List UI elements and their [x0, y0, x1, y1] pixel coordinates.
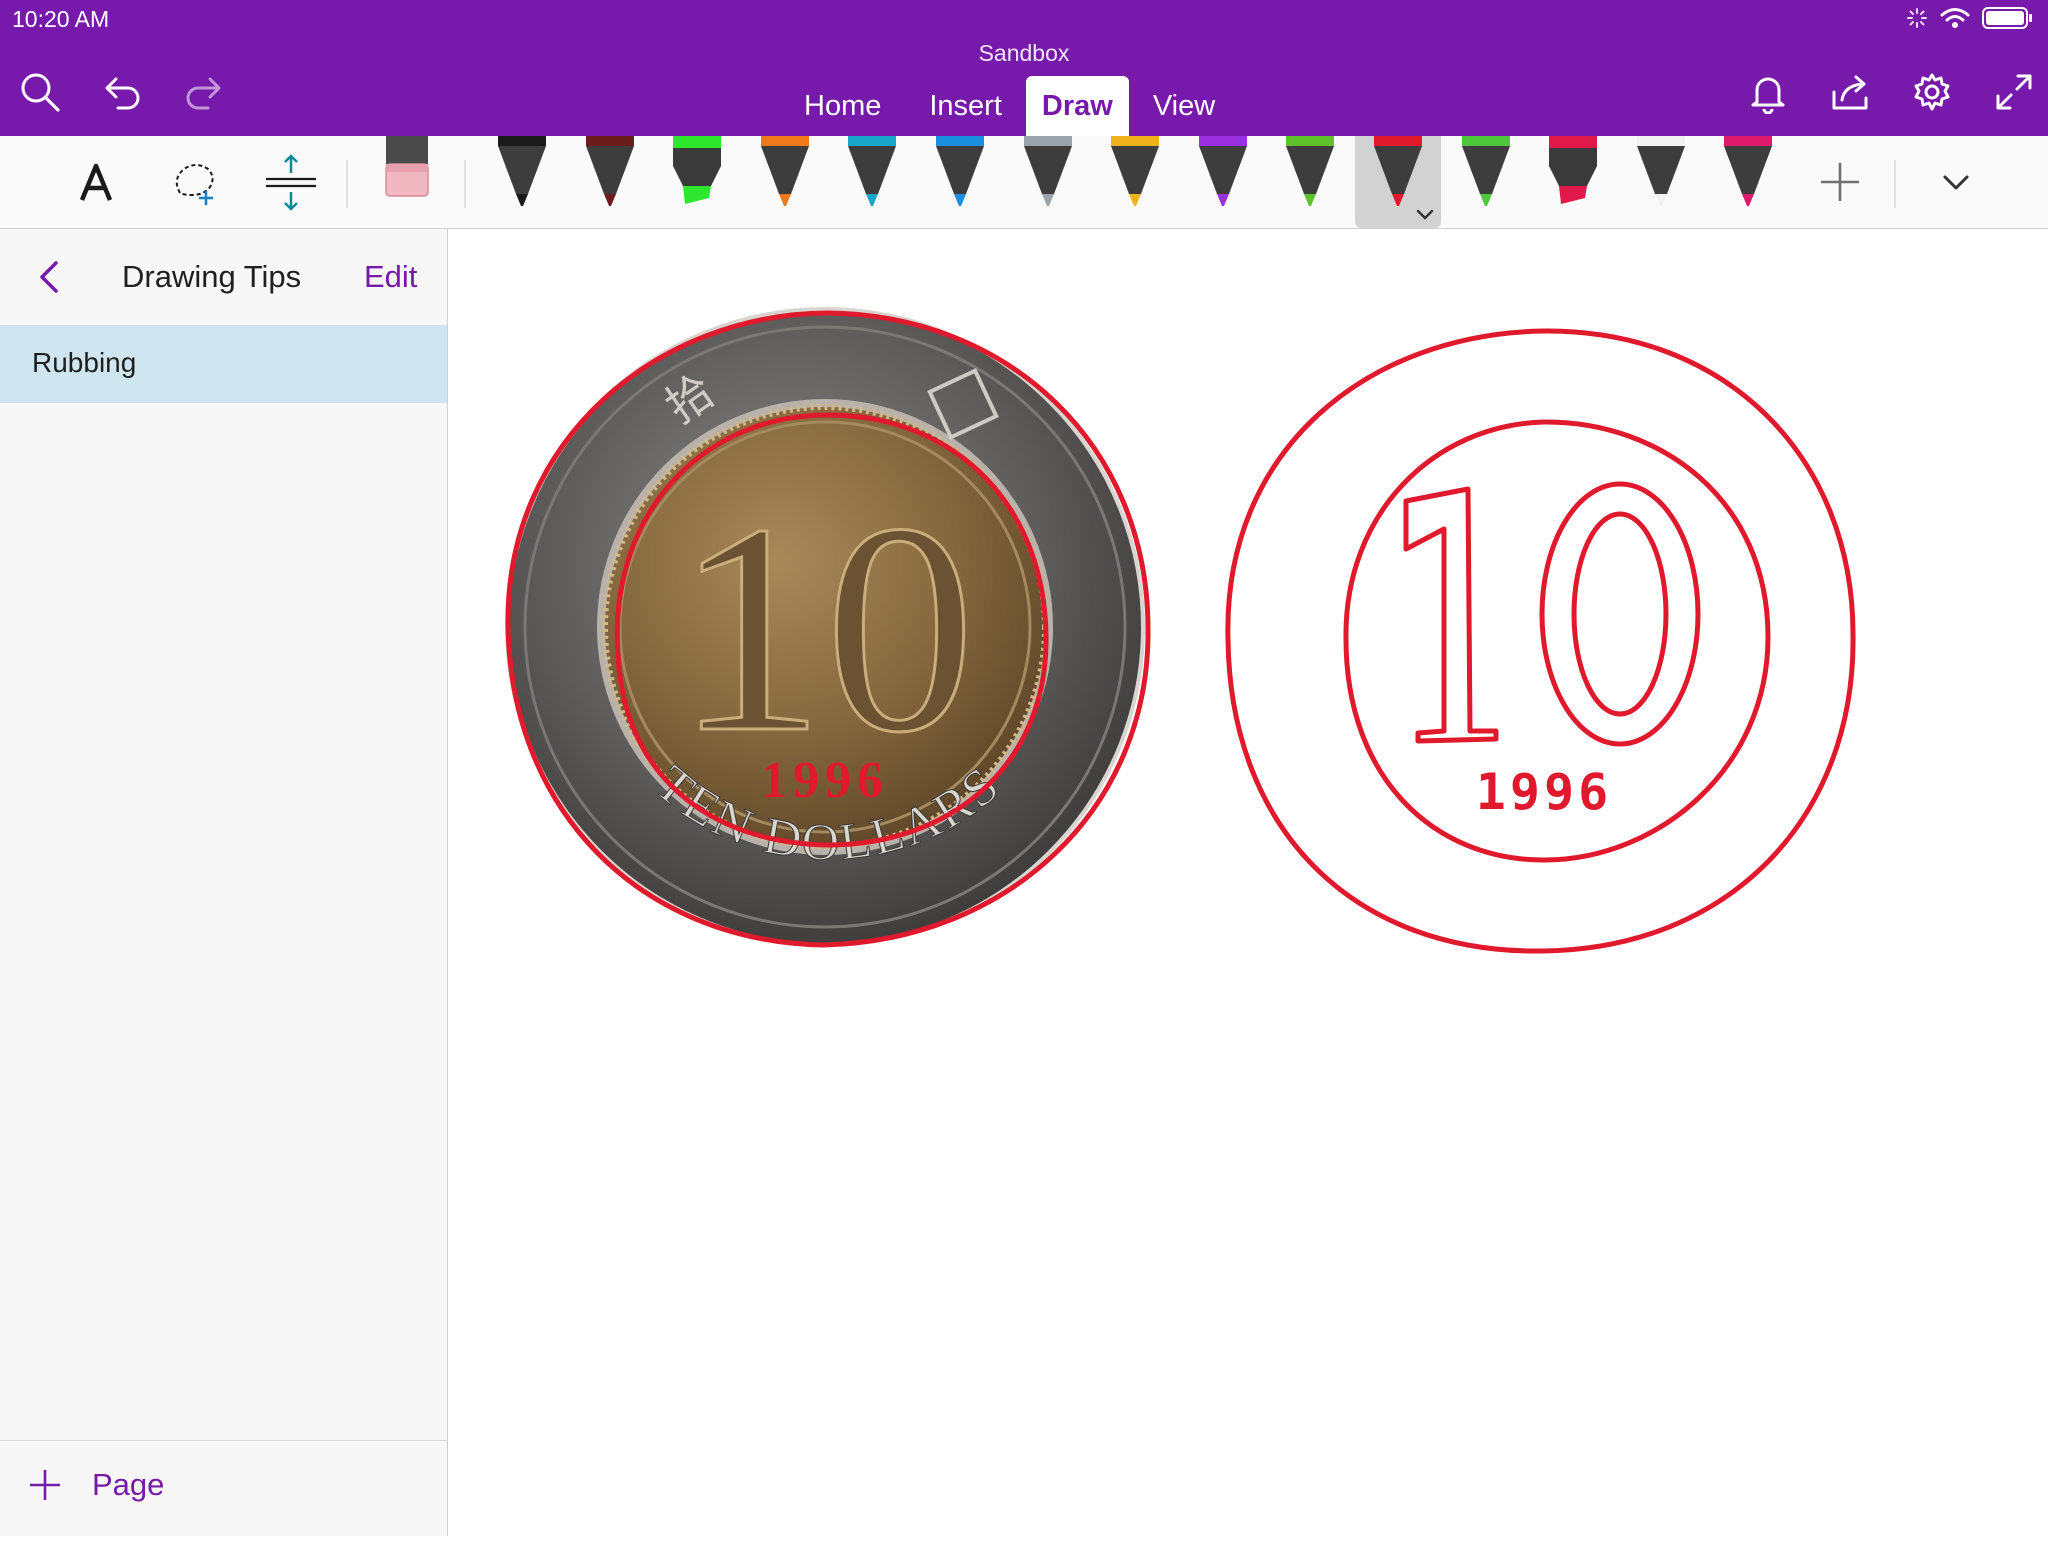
add-page-button[interactable]: Page: [28, 1467, 164, 1503]
share-button[interactable]: [1828, 70, 1872, 114]
status-icons: [1906, 6, 2034, 30]
pen-7[interactable]: [1018, 136, 1078, 228]
search-icon: [21, 73, 60, 112]
undo-icon: [105, 77, 140, 110]
pen-icon: [1724, 136, 1772, 206]
activity-spinner-icon: [1907, 8, 1927, 28]
add-pen-button[interactable]: [1816, 136, 1864, 228]
pen-1[interactable]: [492, 136, 552, 228]
expand-icon: [1996, 74, 2032, 110]
bell-icon: [1751, 77, 1785, 114]
pen-3[interactable]: [667, 136, 727, 228]
pen-icon: [1374, 136, 1422, 206]
chevron-down-icon: [1943, 175, 1969, 190]
wifi-icon: [1940, 8, 1970, 28]
ribbon-tabs: Home Insert Draw View: [780, 76, 1239, 136]
hand-drawn-coin[interactable]: [1225, 328, 1856, 954]
pen-icon: [1637, 136, 1685, 206]
pen-4[interactable]: [755, 136, 815, 228]
nav-right: [1746, 70, 2036, 114]
coin-denomination: 10: [675, 462, 975, 794]
eraser-button[interactable]: [384, 136, 430, 228]
share-icon: [1832, 75, 1868, 110]
back-button[interactable]: [32, 257, 66, 297]
edit-button[interactable]: Edit: [364, 259, 417, 295]
notifications-button[interactable]: [1746, 70, 1790, 114]
settings-button[interactable]: [1910, 70, 1954, 114]
status-time: 10:20 AM: [12, 6, 110, 32]
pen-2[interactable]: [580, 136, 640, 228]
insert-space-button[interactable]: [262, 136, 320, 228]
draw-ribbon: [0, 136, 2048, 229]
pen-icon: [1286, 136, 1334, 206]
lasso-select-icon: [175, 164, 214, 205]
pen-12[interactable]: [1456, 136, 1516, 228]
text-mode-button[interactable]: [72, 136, 120, 228]
pen-icon: [1024, 136, 1072, 206]
pen-14[interactable]: [1631, 136, 1691, 228]
sidebar-footer: Page: [0, 1440, 447, 1537]
page-item-rubbing[interactable]: Rubbing: [0, 325, 447, 403]
pen-8[interactable]: [1105, 136, 1165, 228]
tracing-year: 1996: [1476, 763, 1612, 821]
pen-10[interactable]: [1280, 136, 1340, 228]
pen-icon: [848, 136, 896, 206]
pen-icon: [1111, 136, 1159, 206]
note-canvas[interactable]: 10 1996 TEN DOLLARS 拾 1996: [448, 229, 2048, 1536]
gear-icon: [1914, 73, 1950, 111]
search-button[interactable]: [18, 70, 62, 114]
ribbon-separator: [346, 160, 348, 208]
plus-icon: [30, 1470, 60, 1500]
pen-icon: [1462, 136, 1510, 206]
text-mode-icon: [79, 163, 113, 201]
tab-insert[interactable]: Insert: [905, 76, 1026, 136]
pen-icon: [586, 136, 634, 206]
pen-11-selected[interactable]: [1355, 136, 1441, 228]
fullscreen-button[interactable]: [1992, 70, 2036, 114]
pen-15[interactable]: [1718, 136, 1778, 228]
collapse-ribbon-button[interactable]: [1934, 136, 1978, 228]
coin-photo[interactable]: 10 1996 TEN DOLLARS 拾: [505, 307, 1151, 948]
canvas-drawing: 10 1996 TEN DOLLARS 拾 1996: [505, 307, 1856, 954]
chevron-left-icon: [40, 261, 58, 293]
pen-icon: [936, 136, 984, 206]
highlighter-icon: [1549, 136, 1597, 204]
undo-button[interactable]: [100, 70, 144, 114]
tab-view[interactable]: View: [1129, 76, 1239, 136]
eraser-icon: [385, 136, 429, 197]
pen-icon: [761, 136, 809, 206]
ribbon-separator: [1894, 160, 1896, 208]
tab-draw[interactable]: Draw: [1025, 76, 1129, 136]
battery-icon: [1982, 7, 2032, 29]
insert-space-icon: [266, 154, 316, 211]
notebook-title: Sandbox: [978, 40, 1070, 66]
coin-year: 1996: [761, 752, 889, 809]
highlighter-icon: [673, 136, 721, 204]
pen-9[interactable]: [1193, 136, 1253, 228]
pen-icon: [1199, 136, 1247, 206]
page-list-pane: Drawing Tips Edit Rubbing Page: [0, 229, 448, 1536]
section-header: Drawing Tips Edit: [0, 229, 447, 325]
section-title: Drawing Tips: [122, 259, 302, 294]
plus-icon: [1821, 163, 1859, 201]
app-header: 10:20 AM Sandbox Home Insert Draw View: [0, 0, 2048, 136]
redo-icon: [186, 77, 221, 110]
chevron-down-icon: [1416, 209, 1434, 220]
ribbon-separator: [464, 160, 466, 208]
pen-icon: [498, 136, 546, 206]
add-page-label: Page: [92, 1467, 165, 1502]
pen-6[interactable]: [930, 136, 990, 228]
tab-home[interactable]: Home: [780, 76, 905, 136]
pen-5[interactable]: [842, 136, 902, 228]
lasso-select-button[interactable]: [170, 136, 220, 228]
redo-button[interactable]: [182, 70, 226, 114]
nav-left: [18, 70, 226, 114]
pen-13[interactable]: [1543, 136, 1603, 228]
